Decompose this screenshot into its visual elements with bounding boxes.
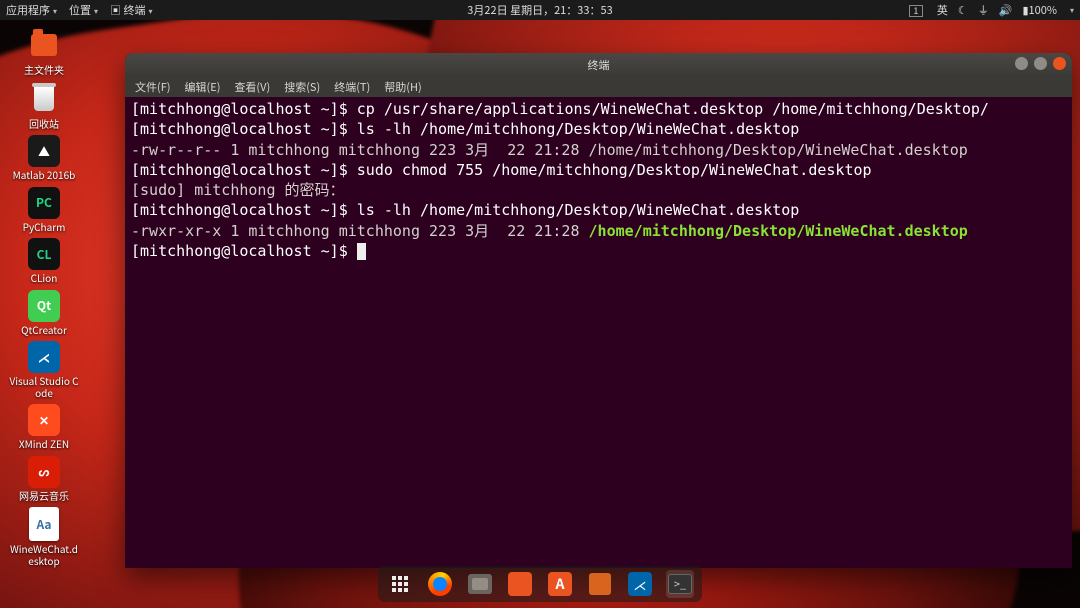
- pycharm-icon: PC: [28, 187, 60, 219]
- menu-file[interactable]: 文件(F): [135, 79, 171, 95]
- dock-terminal[interactable]: >_: [666, 570, 694, 598]
- system-menu-arrow-icon[interactable]: ▾: [1070, 5, 1074, 16]
- command-line: ls -lh /home/mitchhong/Desktop/WineWeCha…: [357, 120, 800, 138]
- desktop-icon-xmind[interactable]: ✕ XMind ZEN: [6, 404, 82, 450]
- terminal-window: 终端 文件(F) 编辑(E) 查看(V) 搜索(S) 终端(T) 帮助(H) […: [125, 53, 1072, 568]
- prompt: [mitchhong@localhost ~]$: [131, 201, 357, 219]
- terminal-output: -rw-r--r-- 1 mitchhong mitchhong 223 3月 …: [131, 141, 968, 159]
- menu-terminal[interactable]: 终端(T): [334, 79, 370, 95]
- firefox-icon: [428, 572, 452, 596]
- workspace-indicator[interactable]: 1: [909, 2, 927, 18]
- window-maximize-button[interactable]: [1034, 57, 1047, 70]
- trash-icon: [34, 87, 54, 111]
- dock-firefox[interactable]: [426, 570, 454, 598]
- package-icon: [589, 573, 611, 595]
- terminal-cursor: [357, 243, 366, 260]
- prompt: [mitchhong@localhost ~]$: [131, 242, 357, 260]
- command-line: sudo chmod 755 /home/mitchhong/Desktop/W…: [357, 161, 872, 179]
- home-folder-icon: [31, 34, 57, 56]
- prompt: [mitchhong@localhost ~]$: [131, 100, 357, 118]
- letter-a-icon: A: [548, 572, 572, 596]
- desktop-icon-netease[interactable]: ᔕ 网易云音乐: [6, 456, 82, 502]
- dock-package[interactable]: [586, 570, 614, 598]
- menu-help[interactable]: 帮助(H): [384, 79, 421, 95]
- battery-indicator[interactable]: ▮100%: [1022, 2, 1057, 18]
- night-mode-icon[interactable]: ☾: [958, 2, 968, 18]
- command-line: ls -lh /home/mitchhong/Desktop/WineWeCha…: [357, 201, 800, 219]
- menu-applications[interactable]: 应用程序▾: [6, 2, 57, 18]
- desktop-icon-qtcreator[interactable]: Qt QtCreator: [6, 290, 82, 336]
- desktop-icon-clion[interactable]: CL CLion: [6, 238, 82, 284]
- prompt: [mitchhong@localhost ~]$: [131, 120, 357, 138]
- menu-search[interactable]: 搜索(S): [284, 79, 320, 95]
- desktop-icon-matlab[interactable]: ▲ Matlab 2016b: [6, 135, 82, 181]
- desktop-file-icon: Aa: [29, 507, 59, 541]
- terminal-titlebar[interactable]: 终端: [125, 53, 1072, 77]
- volume-icon[interactable]: 🔊: [999, 2, 1013, 18]
- matlab-icon: ▲: [28, 135, 60, 167]
- desktop-icon-pycharm[interactable]: PC PyCharm: [6, 187, 82, 233]
- dock-appcenter[interactable]: A: [546, 570, 574, 598]
- files-icon: [468, 574, 492, 594]
- dock-vscode[interactable]: ⋌: [626, 570, 654, 598]
- network-icon[interactable]: ⏚: [978, 2, 989, 18]
- dock-software[interactable]: [506, 570, 534, 598]
- terminal-output-executable-path: /home/mitchhong/Desktop/WineWeChat.deskt…: [589, 222, 968, 240]
- terminal-menubar: 文件(F) 编辑(E) 查看(V) 搜索(S) 终端(T) 帮助(H): [125, 77, 1072, 97]
- window-close-button[interactable]: [1053, 57, 1066, 70]
- qt-icon: Qt: [28, 290, 60, 322]
- desktop-icons: 主文件夹 回收站 ▲ Matlab 2016b PC PyCharm CL CL…: [6, 28, 84, 566]
- terminal-output: -rwxr-xr-x 1 mitchhong mitchhong 223 3月 …: [131, 222, 589, 240]
- clion-icon: CL: [28, 238, 60, 270]
- netease-icon: ᔕ: [28, 456, 60, 488]
- top-panel: 应用程序▾ 位置▾ ▣ 终端▾ 3月22日 星期日，21：33：53 1 英 ☾…: [0, 0, 1080, 20]
- vscode-icon: ⋌: [28, 341, 60, 373]
- desktop-icon-trash[interactable]: 回收站: [6, 82, 82, 130]
- shopping-bag-icon: [508, 572, 532, 596]
- desktop-icon-vscode[interactable]: ⋌ Visual Studio Code: [6, 341, 82, 398]
- terminal-output: [sudo] mitchhong 的密码：: [131, 181, 345, 199]
- window-minimize-button[interactable]: [1015, 57, 1028, 70]
- dock-show-apps[interactable]: [386, 570, 414, 598]
- menu-view[interactable]: 查看(V): [234, 79, 270, 95]
- dock-files[interactable]: [466, 570, 494, 598]
- command-line: cp /usr/share/applications/WineWeChat.de…: [357, 100, 989, 118]
- menu-edit[interactable]: 编辑(E): [185, 79, 221, 95]
- input-method-indicator[interactable]: 英: [937, 2, 948, 18]
- dock: A ⋌ >_: [378, 566, 702, 602]
- clock[interactable]: 3月22日 星期日，21：33：53: [467, 2, 612, 18]
- desktop-icon-winewechat[interactable]: Aa WineWeChat.desktop: [6, 507, 82, 566]
- menu-places[interactable]: 位置▾: [69, 2, 98, 18]
- window-title: 终端: [588, 57, 610, 73]
- active-app-indicator[interactable]: ▣ 终端▾: [110, 2, 152, 18]
- desktop-icon-home[interactable]: 主文件夹: [6, 28, 82, 76]
- terminal-body[interactable]: [mitchhong@localhost ~]$ cp /usr/share/a…: [125, 97, 1072, 568]
- vscode-icon: ⋌: [628, 572, 652, 596]
- terminal-icon: >_: [668, 574, 692, 594]
- xmind-icon: ✕: [28, 404, 60, 436]
- apps-grid-icon: [392, 576, 408, 592]
- prompt: [mitchhong@localhost ~]$: [131, 161, 357, 179]
